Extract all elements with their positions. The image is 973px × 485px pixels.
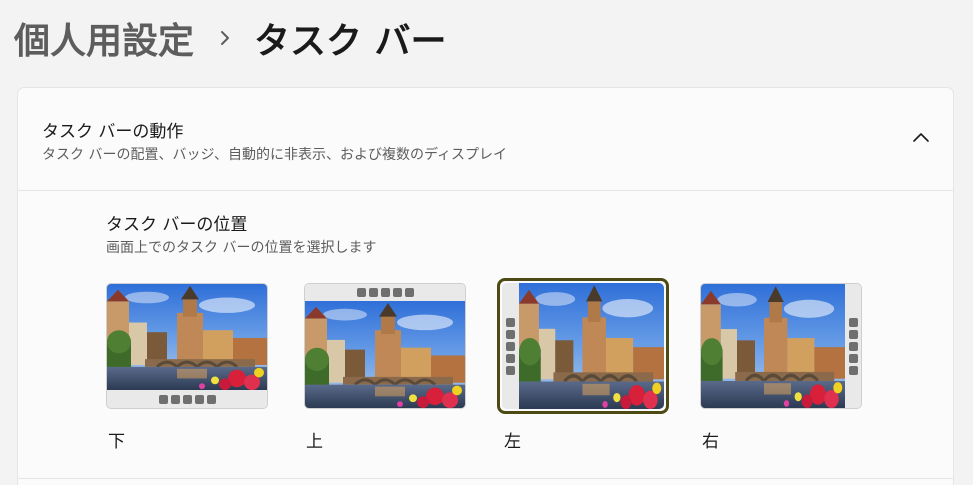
taskbar-icon-dot: [848, 365, 858, 375]
taskbar-icon-dot: [158, 394, 168, 404]
preview-image: [107, 284, 267, 390]
taskbar-icon-dot: [506, 341, 515, 351]
taskbar-position-bottom-option[interactable]: 下: [106, 283, 268, 452]
page-title: タスク バー: [254, 21, 447, 62]
taskbar-icon-dot: [380, 288, 390, 297]
taskbar-icon-dot: [368, 288, 378, 297]
option-label-top: 上: [306, 432, 323, 452]
option-label-right: 右: [702, 432, 719, 452]
taskbar-preview: [107, 390, 267, 408]
chevron-right-icon: [218, 28, 232, 48]
divider: [18, 478, 953, 479]
taskbar-icon-dot: [392, 288, 402, 297]
taskbar-icon-dot: [848, 353, 858, 363]
preview-image: [305, 301, 465, 408]
taskbar-behavior-header[interactable]: タスク バーの動作 タスク バーの配置、バッジ、自動的に非表示、および複数のディ…: [18, 88, 953, 191]
option-label-bottom: 下: [108, 432, 125, 452]
chevron-up-icon[interactable]: [911, 130, 931, 144]
card-description: タスク バーの配置、バッジ、自動的に非表示、および複数のディスプレイ: [42, 147, 508, 163]
taskbar-icon-dot: [170, 394, 180, 404]
taskbar-position-left-option[interactable]: 左: [497, 278, 669, 452]
taskbar-icon-dot: [194, 394, 204, 404]
settings-page: 個人用設定 タスク バー タスク バーの動作 タスク バーの配置、バッジ、自動的…: [0, 0, 973, 485]
taskbar-icon-dot: [356, 288, 366, 297]
taskbar-icon-dot: [848, 341, 858, 351]
taskbar-icon-dot: [848, 317, 858, 327]
option-label-left: 左: [504, 432, 521, 452]
taskbar-icon-dot: [848, 329, 858, 339]
taskbar-preview: [305, 284, 465, 301]
taskbar-icon-dot: [506, 329, 515, 339]
preview-thumbnail: [502, 283, 664, 409]
preview-thumbnail: [106, 283, 268, 409]
taskbar-behavior-card: タスク バーの動作 タスク バーの配置、バッジ、自動的に非表示、および複数のディ…: [17, 87, 954, 485]
setting-description: 画面上でのタスク バーの位置を選択します: [106, 240, 377, 256]
taskbar-icon-dot: [506, 317, 515, 327]
setting-title: タスク バーの位置: [106, 215, 248, 235]
breadcrumb-parent-link[interactable]: 個人用設定: [14, 12, 194, 64]
taskbar-icon-dot: [506, 365, 515, 375]
taskbar-position-top-option[interactable]: 上: [304, 283, 466, 452]
taskbar-position-right-option[interactable]: 右: [700, 283, 862, 452]
taskbar-icon-dot: [404, 288, 414, 297]
taskbar-preview: [845, 284, 861, 408]
card-title: タスク バーの動作: [42, 122, 184, 142]
preview-image: [701, 284, 845, 408]
breadcrumb: 個人用設定 タスク バー: [14, 12, 447, 64]
taskbar-icon-dot: [206, 394, 216, 404]
taskbar-icon-dot: [182, 394, 192, 404]
preview-image: [519, 283, 664, 409]
taskbar-preview: [502, 283, 519, 409]
taskbar-icon-dot: [506, 353, 515, 363]
preview-thumbnail: [304, 283, 466, 409]
preview-thumbnail: [700, 283, 862, 409]
